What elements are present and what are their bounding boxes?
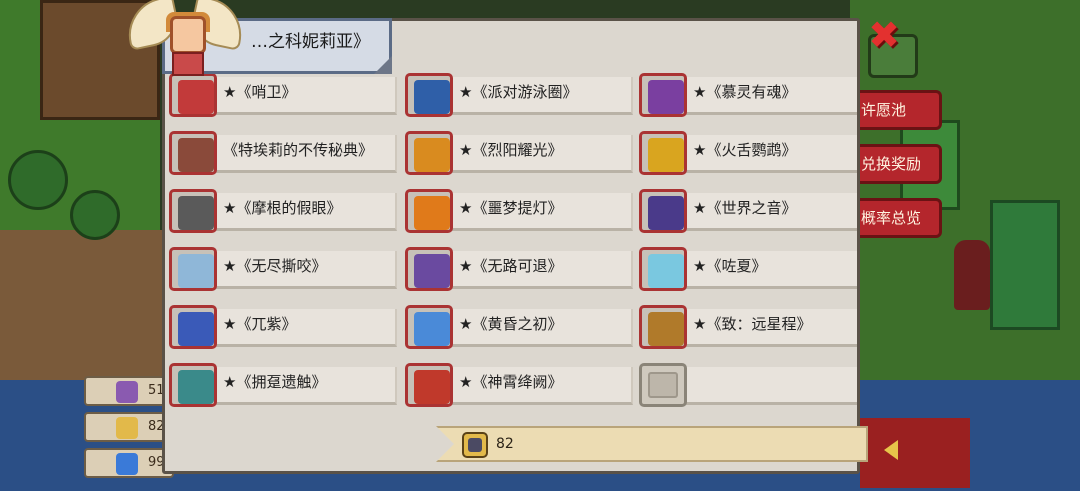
reward-item[interactable]: ★《拥趸遗触》: [165, 359, 397, 409]
item-frame: [405, 305, 453, 349]
currency-ribbon: 82: [436, 426, 868, 462]
reward-list-panel: ★《哨卫》 ★《派对游泳圈》 ★《慕灵有魂》《特埃莉的不传秘典》 ★《烈阳耀光》 ★《火…: [162, 18, 860, 474]
reward-item[interactable]: [635, 359, 857, 409]
fake-eye-icon: [178, 196, 214, 230]
item-label: ★《黄昏之初》: [459, 315, 563, 333]
purple-crystal-icon: [116, 381, 138, 403]
boot-icon: [414, 254, 450, 288]
angel-avatar: [120, 0, 250, 80]
purple-armor-icon: [178, 312, 214, 346]
tree: [8, 150, 68, 210]
item-label: ★《拥趸遗触》: [223, 373, 327, 391]
endless-bite-icon: [178, 254, 214, 288]
item-frame: [169, 363, 217, 407]
reward-item[interactable]: ★《烈阳耀光》: [401, 127, 633, 177]
sentinel-icon: [178, 80, 214, 114]
item-frame: [639, 363, 687, 407]
reward-item[interactable]: 《特埃莉的不传秘典》: [165, 127, 397, 177]
item-frame: [169, 247, 217, 291]
item-label: ★《摩根的假眼》: [223, 199, 342, 217]
tentacle-icon: [178, 370, 214, 404]
item-label: ★《慕灵有魂》: [693, 83, 797, 101]
fire-parrot-gun-icon: [648, 138, 684, 172]
reward-item[interactable]: ★《慕灵有魂》: [635, 69, 857, 119]
item-frame: [169, 131, 217, 175]
currency-gem: 99: [84, 448, 174, 478]
helmet-token-icon: [116, 417, 138, 439]
amulet-icon: [414, 370, 450, 404]
sun-staff-icon: [414, 138, 450, 172]
tree: [70, 190, 120, 240]
item-label: ★《噩梦提灯》: [459, 199, 563, 217]
avatar-head: [170, 16, 206, 54]
item-frame: [639, 131, 687, 175]
item-frame: [405, 247, 453, 291]
item-frame: [169, 189, 217, 233]
piano-icon: [648, 196, 684, 230]
item-frame: [639, 247, 687, 291]
arrow-left-icon[interactable]: [884, 440, 898, 460]
close-button[interactable]: ✖: [866, 16, 902, 54]
blue-gem-icon: [116, 453, 138, 475]
item-label: ★《无尽撕咬》: [223, 257, 327, 275]
swim-ring-icon: [414, 80, 450, 114]
item-label: ★《哨卫》: [223, 83, 297, 101]
item-frame: [405, 363, 453, 407]
tome-icon: [178, 138, 214, 172]
item-label: ★《咗夏》: [693, 257, 767, 275]
avatar-body: [172, 52, 204, 76]
ribbon-value: 82: [496, 436, 514, 452]
reward-item[interactable]: ★《咗夏》: [635, 243, 857, 293]
hedge: [990, 200, 1060, 330]
lantern-icon: [414, 196, 450, 230]
reward-item[interactable]: ★《世界之音》: [635, 185, 857, 235]
item-frame: [405, 189, 453, 233]
reward-item[interactable]: ★《火舌鹦鹉》: [635, 127, 857, 177]
item-label: ★《无路可退》: [459, 257, 563, 275]
item-label: ★《神霄绛阙》: [459, 373, 563, 391]
reward-item[interactable]: ★《神霄绛阙》: [401, 359, 633, 409]
item-frame: [639, 189, 687, 233]
red-carpet: [860, 418, 970, 488]
reward-item[interactable]: ★《兀紫》: [165, 301, 397, 351]
title-fold: [374, 56, 392, 74]
gauntlet-icon: [648, 312, 684, 346]
wooden-floor: [0, 230, 180, 390]
item-label: 《特埃莉的不传秘典》: [223, 141, 374, 159]
item-label: ★《烈阳耀光》: [459, 141, 563, 159]
item-label: ★《派对游泳圈》: [459, 83, 578, 101]
water-gun-icon: [648, 254, 684, 288]
item-frame: [405, 131, 453, 175]
reward-item[interactable]: ★《致：远星程》: [635, 301, 857, 351]
panel-title: …之科妮莉亚》: [251, 32, 370, 52]
item-label: ★《世界之音》: [693, 199, 797, 217]
empty-slot-icon: [648, 372, 678, 398]
npc-character: [954, 240, 990, 310]
reward-item[interactable]: ★《无尽撕咬》: [165, 243, 397, 293]
dusk-ring-icon: [414, 312, 450, 346]
item-label: ★《兀紫》: [223, 315, 297, 333]
item-label: ★《致：远星程》: [693, 315, 812, 333]
reward-item[interactable]: ★《摩根的假眼》: [165, 185, 397, 235]
item-frame: [639, 305, 687, 349]
item-frame: [639, 73, 687, 117]
reward-item[interactable]: ★《无路可退》: [401, 243, 633, 293]
currency-helmet: 82: [84, 412, 174, 442]
item-frame: [169, 305, 217, 349]
helmet-token-icon: [462, 432, 488, 458]
reward-item[interactable]: ★《噩梦提灯》: [401, 185, 633, 235]
spirit-icon: [648, 80, 684, 114]
item-label: ★《火舌鹦鹉》: [693, 141, 797, 159]
reward-item[interactable]: ★《派对游泳圈》: [401, 69, 633, 119]
item-frame: [405, 73, 453, 117]
currency-crystal: 51: [84, 376, 174, 406]
reward-item[interactable]: ★《黄昏之初》: [401, 301, 633, 351]
